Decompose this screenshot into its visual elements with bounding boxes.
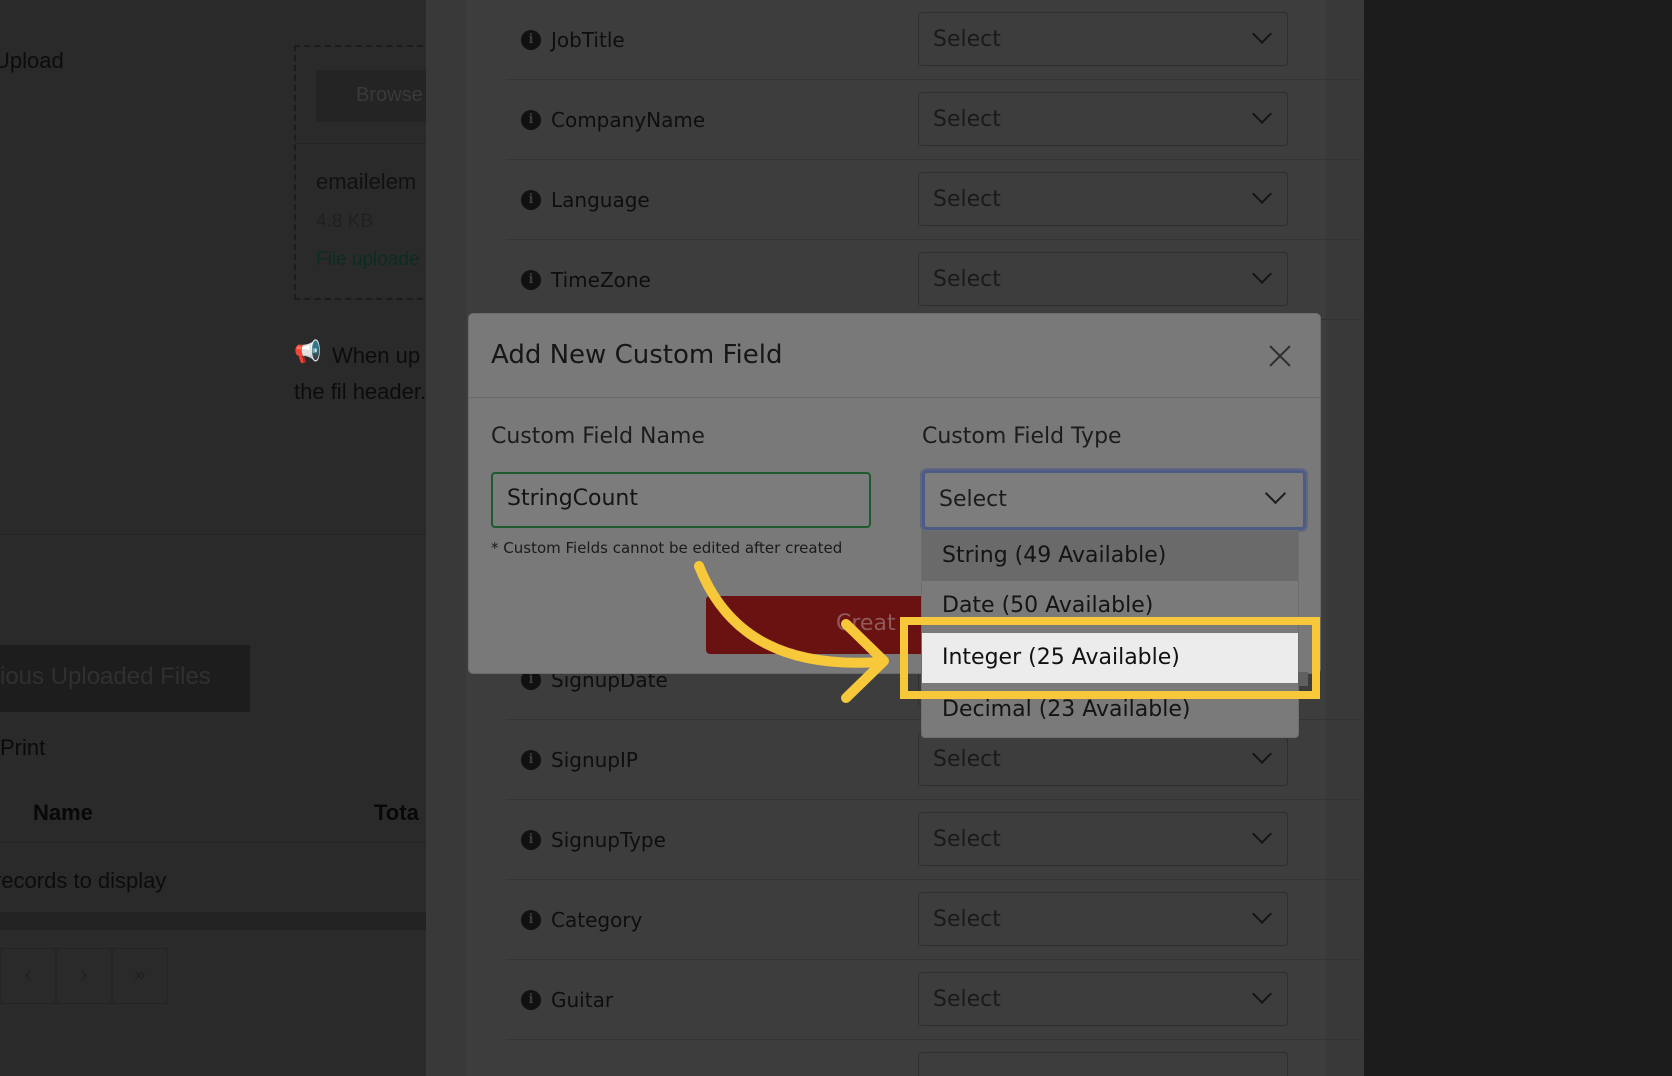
highlight-box [900, 617, 1320, 699]
table-header-total[interactable]: Tota [374, 800, 419, 826]
table-footer [0, 912, 430, 930]
table-header-name[interactable]: Name [33, 800, 93, 826]
uploaded-file-size: 4.8 KB [316, 211, 374, 232]
modal-title: Add New Custom Field [491, 340, 783, 370]
mapping-select[interactable] [918, 1052, 1288, 1076]
mapping-select[interactable]: Select [918, 172, 1288, 226]
mapping-row-guitar: i Guitar Select [506, 960, 1362, 1040]
mapping-select[interactable]: Select [918, 892, 1288, 946]
info-icon: i [521, 990, 541, 1010]
upload-label: Upload [0, 48, 64, 73]
chevron-down-icon [1252, 984, 1272, 1004]
chevron-down-icon [1252, 904, 1272, 924]
uploaded-file-name: emailelem [316, 169, 417, 194]
mapping-select[interactable]: Select [918, 252, 1288, 306]
mapping-row-timezone: i TimeZone Select [506, 240, 1362, 320]
modal-header: Add New Custom Field [469, 314, 1320, 398]
tab-previous-uploaded-files[interactable]: ious Uploaded Files [0, 645, 250, 712]
section-divider [0, 534, 430, 535]
chevron-down-icon [1252, 104, 1272, 124]
chevron-down-icon [1252, 744, 1272, 764]
mapping-select-value: Select [933, 827, 1001, 852]
mapping-select-value: Select [933, 107, 1001, 132]
mapping-row-signuptype: i SignupType Select [506, 800, 1362, 880]
custom-field-hint: * Custom Fields cannot be edited after c… [491, 539, 843, 557]
custom-field-name-label: Custom Field Name [491, 424, 705, 449]
custom-field-type-label: Custom Field Type [922, 424, 1122, 449]
mapping-row-partial [506, 1040, 1362, 1076]
mapping-row-label: Language [551, 188, 650, 212]
uploaded-file-status: File uploade [316, 249, 420, 270]
info-icon: i [521, 190, 541, 210]
custom-field-type-select[interactable]: Select [922, 470, 1306, 530]
mapping-row-companyname: i CompanyName Select [506, 80, 1362, 160]
mapping-select-value: Select [933, 267, 1001, 292]
mapping-select-value: Select [933, 987, 1001, 1012]
mapping-row-label: SignupIP [551, 748, 638, 772]
upload-note: When up row of the fil header. [294, 343, 430, 404]
mapping-row-language: i Language Select [506, 160, 1362, 240]
pagination: ‹ › » [0, 948, 168, 1004]
mapping-row-label: JobTitle [551, 28, 625, 52]
custom-field-type-value: Select [939, 487, 1007, 512]
mapping-select[interactable]: Select [918, 812, 1288, 866]
mapping-row-label: TimeZone [551, 268, 651, 292]
chevron-down-icon [1264, 482, 1287, 505]
custom-field-name-input[interactable]: StringCount [491, 472, 871, 528]
close-icon[interactable] [1264, 340, 1296, 372]
background-page: Upload Browse emailelem 4.8 KB File uplo… [0, 0, 430, 1076]
print-link[interactable]: Print [0, 735, 45, 761]
mapping-select-value: Select [933, 27, 1001, 52]
mapping-row-jobtitle: i JobTitle Select [506, 0, 1362, 80]
table-header-divider [0, 842, 430, 843]
mapping-select-value: Select [933, 747, 1001, 772]
file-dropzone[interactable]: Browse emailelem 4.8 KB File uploade [294, 45, 430, 300]
info-icon: i [521, 30, 541, 50]
pager-last-button[interactable]: » [112, 948, 168, 1004]
mapping-select[interactable]: Select [918, 732, 1288, 786]
dropzone-divider [296, 143, 430, 144]
info-icon: i [521, 750, 541, 770]
mapping-select-value: Select [933, 907, 1001, 932]
table-empty-message: records to display [0, 868, 167, 893]
dropdown-option-string[interactable]: String (49 Available) [922, 531, 1298, 581]
mapping-select[interactable]: Select [918, 972, 1288, 1026]
mapping-select[interactable]: Select [918, 92, 1288, 146]
pager-prev-button[interactable]: ‹ [0, 948, 56, 1004]
mapping-row-label: Guitar [551, 988, 614, 1012]
mapping-select[interactable]: Select [918, 12, 1288, 66]
pager-next-button[interactable]: › [56, 948, 112, 1004]
browse-button[interactable]: Browse [316, 70, 430, 122]
chevron-down-icon [1252, 264, 1272, 284]
mapping-row-label: SignupType [551, 828, 666, 852]
mapping-row-category: i Category Select [506, 880, 1362, 960]
info-icon: i [521, 910, 541, 930]
mapping-row-label: Category [551, 908, 643, 932]
chevron-down-icon [1252, 24, 1272, 44]
info-icon: i [521, 110, 541, 130]
chevron-down-icon [1252, 184, 1272, 204]
info-icon: i [521, 830, 541, 850]
chevron-down-icon [1252, 824, 1272, 844]
info-icon: i [521, 270, 541, 290]
mapping-select-value: Select [933, 187, 1001, 212]
mapping-row-label: CompanyName [551, 108, 706, 132]
